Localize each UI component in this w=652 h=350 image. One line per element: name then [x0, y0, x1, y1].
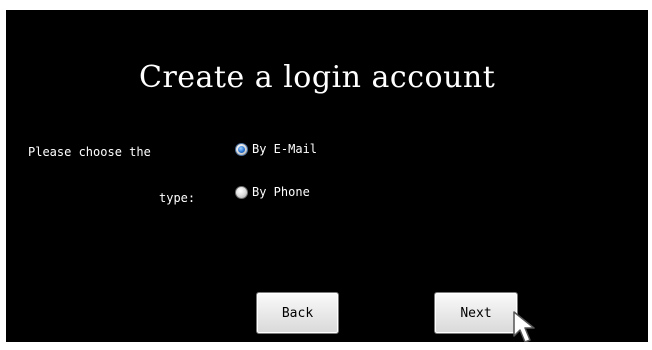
- radio-option-phone[interactable]: By Phone: [235, 185, 310, 199]
- next-button[interactable]: Next: [434, 292, 518, 334]
- login-setup-screen: Create a login account Please choose the…: [6, 10, 648, 342]
- page-title: Create a login account: [139, 60, 496, 95]
- account-type-prompt-line-2: type:: [159, 191, 196, 205]
- radio-label-phone: By Phone: [252, 185, 310, 199]
- radio-option-email[interactable]: By E-Mail: [235, 142, 317, 156]
- account-type-prompt-line-1: Please choose the: [28, 145, 151, 159]
- back-button[interactable]: Back: [256, 292, 339, 334]
- radio-label-email: By E-Mail: [252, 142, 318, 156]
- radio-unchecked-icon[interactable]: [235, 185, 248, 199]
- radio-checked-icon[interactable]: [235, 142, 248, 156]
